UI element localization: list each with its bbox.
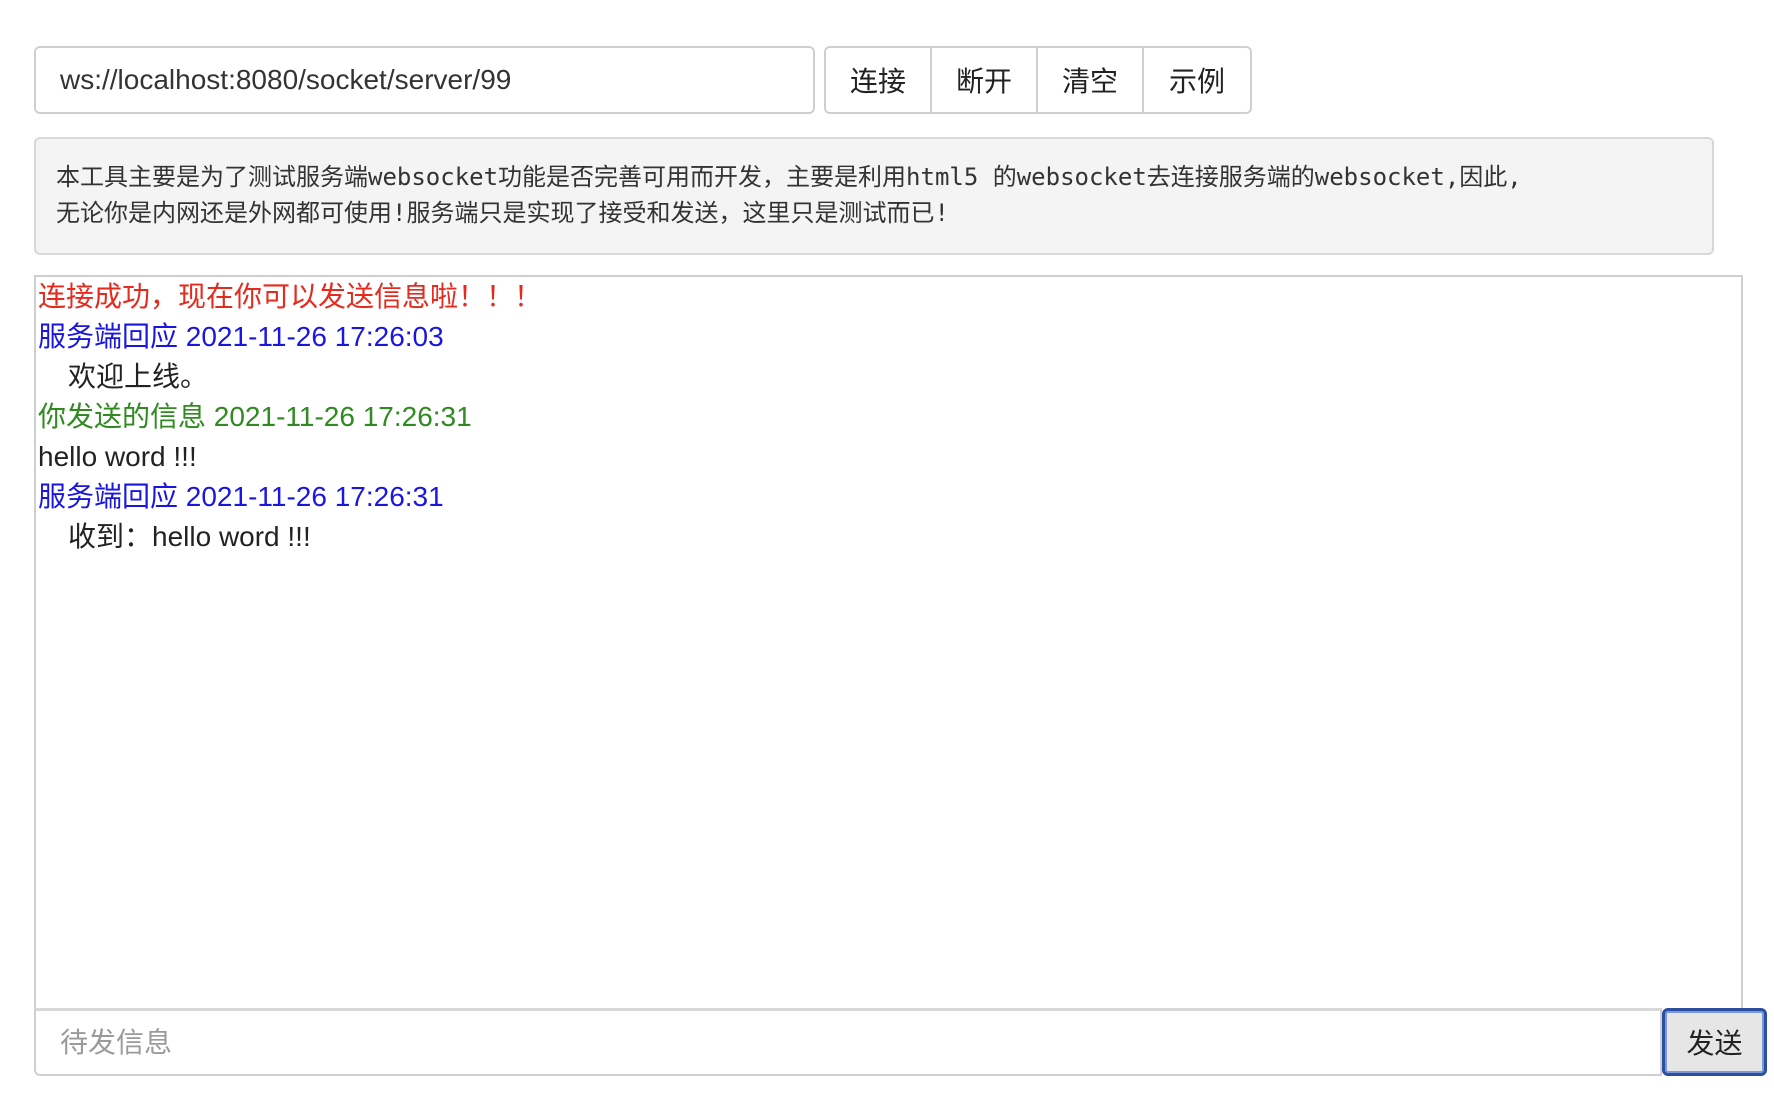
log-server-response-body: 收到：hello word !!!: [68, 521, 311, 552]
disconnect-button[interactable]: 断开: [932, 48, 1038, 112]
connection-bar: 连接 断开 清空 示例: [34, 46, 1252, 114]
send-button[interactable]: 发送: [1662, 1008, 1767, 1076]
description-line: 本工具主要是为了测试服务端websocket功能是否完善可用而开发，主要是利用h…: [56, 163, 1522, 191]
log-server-response-header: 服务端回应 2021-11-26 17:26:03: [38, 321, 444, 352]
log-sent-message-header: 你发送的信息 2021-11-26 17:26:31: [38, 401, 472, 432]
websocket-url-input[interactable]: [34, 46, 815, 114]
log-status-connected: 连接成功，现在你可以发送信息啦！！！: [38, 281, 543, 312]
message-input[interactable]: [34, 1008, 1662, 1076]
tool-description: 本工具主要是为了测试服务端websocket功能是否完善可用而开发，主要是利用h…: [34, 137, 1714, 255]
clear-button[interactable]: 清空: [1038, 48, 1144, 112]
description-line: 无论你是内网还是外网都可使用!服务端只是实现了接受和发送，这里只是测试而已!: [56, 199, 949, 227]
connect-button[interactable]: 连接: [826, 48, 932, 112]
log-server-response-body: 欢迎上线。: [68, 361, 209, 392]
log-sent-message-body: hello word !!!: [38, 441, 197, 472]
log-server-response-header: 服务端回应 2021-11-26 17:26:31: [38, 481, 444, 512]
message-log[interactable]: 连接成功，现在你可以发送信息啦！！！ 服务端回应 2021-11-26 17:2…: [34, 275, 1743, 1008]
message-composer: 发送: [34, 1008, 1767, 1076]
example-button[interactable]: 示例: [1144, 48, 1250, 112]
websocket-test-page: 连接 断开 清空 示例 本工具主要是为了测试服务端websocket功能是否完善…: [0, 0, 1774, 1094]
connection-button-group: 连接 断开 清空 示例: [824, 46, 1252, 114]
